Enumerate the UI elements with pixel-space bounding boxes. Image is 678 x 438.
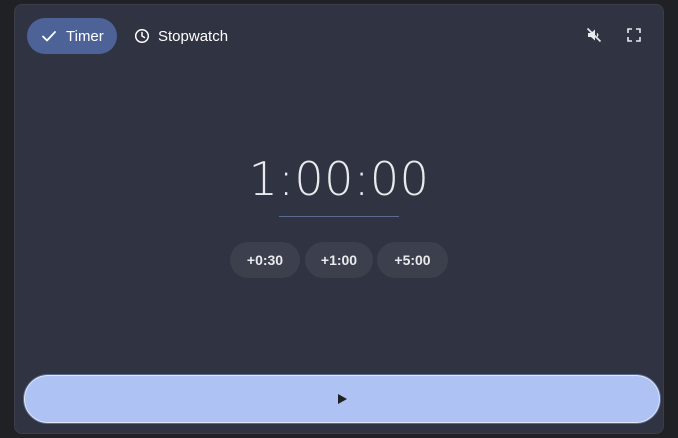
timer-display-underline xyxy=(279,216,399,217)
tab-stopwatch-label: Stopwatch xyxy=(158,27,229,45)
timer-display[interactable]: 1:00:00 xyxy=(15,156,663,202)
tab-timer-label: Timer xyxy=(66,27,104,45)
start-button[interactable] xyxy=(24,375,660,423)
add-30-seconds-button[interactable]: +0:30 xyxy=(230,242,300,278)
tab-timer[interactable]: Timer xyxy=(27,18,117,54)
play-icon xyxy=(338,394,347,404)
add-5-minutes-button[interactable]: +5:00 xyxy=(377,242,448,278)
add-1-minute-button[interactable]: +1:00 xyxy=(305,242,373,278)
timer-widget-panel: Timer Stopwatch 1:00:00 +0:30 +1:00 +5:0… xyxy=(14,4,664,434)
volume-off-icon xyxy=(586,27,602,43)
fullscreen-button[interactable] xyxy=(625,26,643,44)
mute-button[interactable] xyxy=(585,26,603,44)
tab-stopwatch[interactable]: Stopwatch xyxy=(133,18,243,54)
clock-icon xyxy=(133,27,151,45)
check-icon xyxy=(40,27,58,45)
fullscreen-icon xyxy=(627,28,641,42)
